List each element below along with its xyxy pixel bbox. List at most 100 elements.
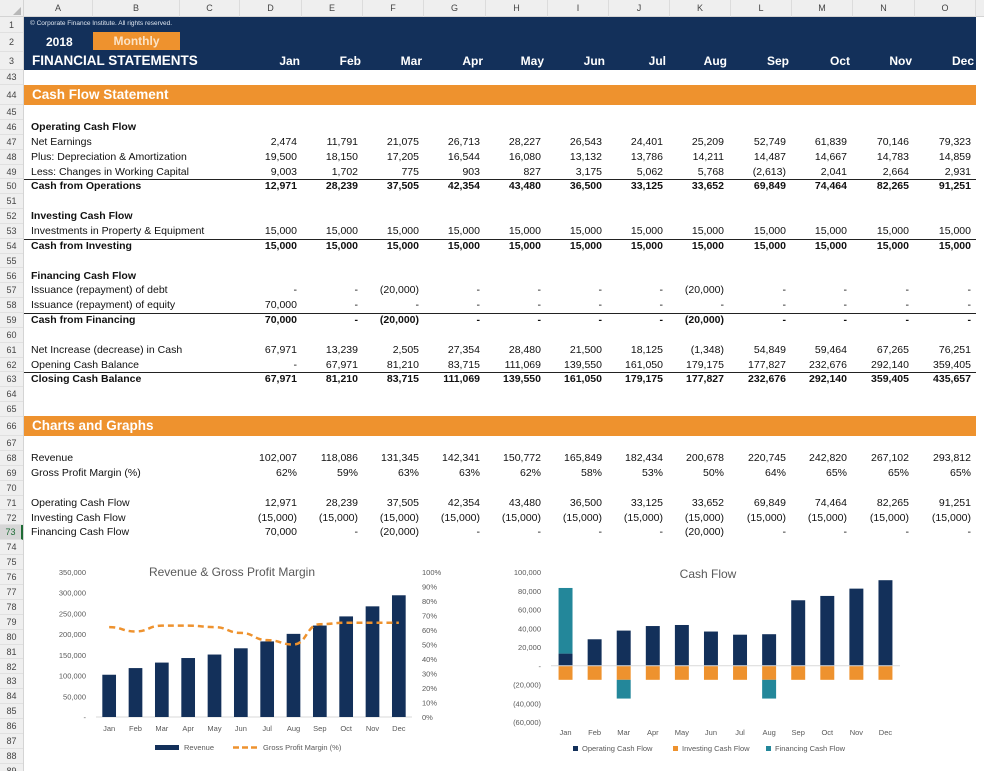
value-cell[interactable]: 28,227 <box>481 136 541 148</box>
value-cell[interactable]: 36,500 <box>542 180 602 192</box>
row-header-2[interactable]: 2 <box>0 33 23 52</box>
value-cell[interactable]: 179,175 <box>603 373 663 385</box>
value-cell[interactable]: 18,150 <box>298 151 358 163</box>
row-header-68[interactable]: 68 <box>0 451 23 466</box>
value-cell[interactable]: 33,652 <box>664 497 724 509</box>
value-cell[interactable]: 139,550 <box>481 373 541 385</box>
row-header-45[interactable]: 45 <box>0 105 23 120</box>
value-cell[interactable]: 1,702 <box>298 166 358 178</box>
value-cell[interactable]: 15,000 <box>298 225 358 237</box>
value-cell[interactable]: 14,211 <box>664 151 724 163</box>
value-cell[interactable]: - <box>726 526 787 538</box>
value-cell[interactable]: 232,676 <box>726 373 786 385</box>
value-cell[interactable]: 150,772 <box>481 452 541 464</box>
value-cell[interactable]: 15,000 <box>237 225 297 237</box>
row-header-43[interactable]: 43 <box>0 70 23 85</box>
row-header-61[interactable]: 61 <box>0 343 23 358</box>
value-cell[interactable]: 15,000 <box>481 240 541 252</box>
value-cell[interactable]: (15,000) <box>849 512 909 524</box>
year-cell[interactable]: 2018 <box>46 35 73 49</box>
value-cell[interactable]: 131,345 <box>359 452 419 464</box>
value-cell[interactable]: 52,749 <box>726 136 786 148</box>
value-cell[interactable]: 232,676 <box>787 359 847 371</box>
select-all-corner[interactable] <box>0 0 24 17</box>
value-cell[interactable]: - <box>420 314 481 326</box>
value-cell[interactable]: 15,000 <box>237 240 297 252</box>
value-cell[interactable]: 16,544 <box>420 151 480 163</box>
value-cell[interactable]: (15,000) <box>603 512 663 524</box>
column-header-o[interactable]: O <box>915 0 976 17</box>
value-cell[interactable]: 118,086 <box>298 452 358 464</box>
value-cell[interactable]: 17,205 <box>359 151 419 163</box>
value-cell[interactable]: 65% <box>787 467 847 479</box>
value-cell[interactable]: 67,971 <box>237 344 297 356</box>
value-cell[interactable]: - <box>542 526 603 538</box>
row-header-85[interactable]: 85 <box>0 704 23 720</box>
value-cell[interactable]: 182,434 <box>603 452 663 464</box>
column-header-c[interactable]: C <box>180 0 240 17</box>
revenue-margin-chart[interactable]: Revenue & Gross Profit Margin - 50,000 100,… <box>30 560 450 760</box>
value-cell[interactable]: - <box>237 284 298 296</box>
value-cell[interactable]: 15,000 <box>603 240 663 252</box>
row-header-59[interactable]: 59 <box>0 313 23 328</box>
value-cell[interactable]: (2,613) <box>726 166 786 178</box>
value-cell[interactable]: - <box>603 299 664 311</box>
value-cell[interactable]: 13,132 <box>542 151 602 163</box>
value-cell[interactable]: - <box>603 284 664 296</box>
value-cell[interactable]: 37,505 <box>359 180 419 192</box>
value-cell[interactable]: 15,000 <box>481 225 541 237</box>
value-cell[interactable]: 16,080 <box>481 151 541 163</box>
value-cell[interactable]: 70,000 <box>237 299 297 311</box>
value-cell[interactable]: - <box>911 314 972 326</box>
row-header-84[interactable]: 84 <box>0 689 23 705</box>
value-cell[interactable]: - <box>849 299 910 311</box>
row-header-83[interactable]: 83 <box>0 674 23 690</box>
value-cell[interactable]: 15,000 <box>726 240 786 252</box>
value-cell[interactable]: 91,251 <box>911 497 971 509</box>
column-header-a[interactable]: A <box>24 0 93 17</box>
value-cell[interactable]: (15,000) <box>787 512 847 524</box>
value-cell[interactable]: 2,931 <box>911 166 971 178</box>
value-cell[interactable]: 28,480 <box>481 344 541 356</box>
row-header-50[interactable]: 50 <box>0 179 23 195</box>
value-cell[interactable]: 11,791 <box>298 136 358 148</box>
value-cell[interactable]: 42,354 <box>420 497 480 509</box>
value-cell[interactable]: 27,354 <box>420 344 480 356</box>
value-cell[interactable]: 26,713 <box>420 136 480 148</box>
value-cell[interactable]: - <box>726 284 787 296</box>
row-header-64[interactable]: 64 <box>0 387 23 403</box>
column-header-d[interactable]: D <box>240 0 302 17</box>
value-cell[interactable]: 91,251 <box>911 180 971 192</box>
value-cell[interactable]: 54,849 <box>726 344 786 356</box>
value-cell[interactable]: (15,000) <box>420 512 480 524</box>
value-cell[interactable]: - <box>481 314 542 326</box>
row-header-44[interactable]: 44 <box>0 85 23 105</box>
cash-flow-chart[interactable]: Cash Flow (60,000) (40,000) (20,000) - 20,000… <box>495 560 915 760</box>
row-header-58[interactable]: 58 <box>0 298 23 314</box>
value-cell[interactable]: 2,505 <box>359 344 419 356</box>
value-cell[interactable]: (20,000) <box>359 284 419 296</box>
value-cell[interactable]: 5,768 <box>664 166 724 178</box>
value-cell[interactable]: 14,667 <box>787 151 847 163</box>
value-cell[interactable]: 74,464 <box>787 497 847 509</box>
value-cell[interactable]: (1,348) <box>664 344 724 356</box>
value-cell[interactable]: 43,480 <box>481 180 541 192</box>
value-cell[interactable]: 62% <box>237 467 297 479</box>
value-cell[interactable]: (15,000) <box>298 512 358 524</box>
value-cell[interactable]: 14,783 <box>849 151 909 163</box>
value-cell[interactable]: 15,000 <box>359 240 419 252</box>
value-cell[interactable]: 2,041 <box>787 166 847 178</box>
value-cell[interactable]: 15,000 <box>542 225 602 237</box>
value-cell[interactable]: 111,069 <box>420 373 480 385</box>
row-header-86[interactable]: 86 <box>0 719 23 734</box>
value-cell[interactable]: 435,657 <box>911 373 971 385</box>
row-header-81[interactable]: 81 <box>0 645 23 660</box>
value-cell[interactable]: 242,820 <box>787 452 847 464</box>
column-header-h[interactable]: H <box>486 0 548 17</box>
value-cell[interactable]: - <box>481 299 542 311</box>
period-selector[interactable]: Monthly <box>93 32 180 50</box>
value-cell[interactable]: 79,323 <box>911 136 971 148</box>
value-cell[interactable]: 33,125 <box>603 497 663 509</box>
value-cell[interactable]: (15,000) <box>726 512 786 524</box>
value-cell[interactable]: (15,000) <box>664 512 724 524</box>
